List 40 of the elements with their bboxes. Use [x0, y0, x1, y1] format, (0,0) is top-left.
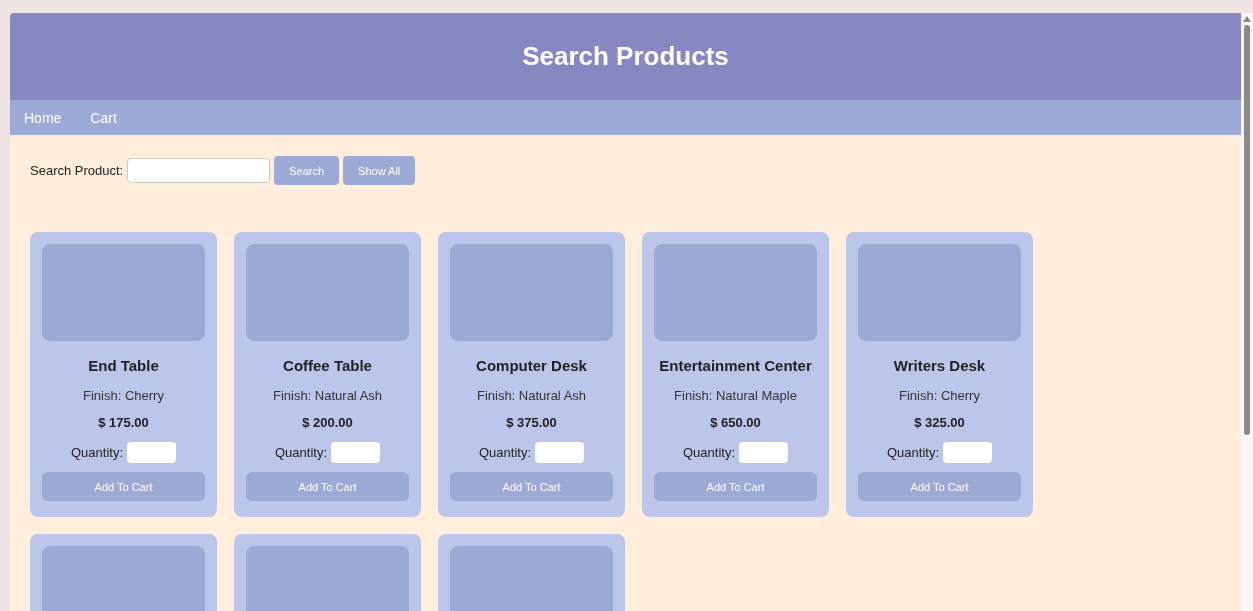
product-price: $ 200.00: [302, 415, 353, 430]
product-finish: Finish: Cherry: [899, 388, 980, 403]
add-to-cart-button[interactable]: Add To Cart: [42, 472, 205, 501]
search-field[interactable]: [127, 158, 271, 183]
nav-link[interactable]: Home: [24, 109, 62, 126]
product-name: Writers Desk: [893, 357, 986, 374]
quantity-label: Quantity:: [71, 445, 123, 460]
page-title: Search Products: [522, 41, 729, 72]
product-name: Computer Desk: [476, 357, 587, 374]
add-to-cart-button[interactable]: Add To Cart: [654, 472, 817, 501]
show-all-button[interactable]: Show All: [343, 156, 416, 185]
quantity-field[interactable]: [535, 442, 584, 463]
quantity-label: Quantity:: [275, 445, 327, 460]
product-name: End Table: [88, 357, 159, 374]
product-name: Entertainment Center: [659, 357, 812, 374]
product-finish: Finish: Natural Ash: [476, 388, 587, 403]
product-price: $ 175.00: [98, 415, 149, 430]
product-price: $ 325.00: [914, 415, 965, 430]
search-label: Search Product:: [30, 163, 124, 178]
add-to-cart-button[interactable]: Add To Cart: [450, 472, 613, 501]
product-finish: Finish: Cherry: [83, 388, 164, 403]
product-finish: Finish: Natural Maple: [674, 388, 797, 403]
scrollbar[interactable]: [1241, 13, 1253, 611]
quantity-field[interactable]: [943, 442, 992, 463]
product-price: $ 650.00: [710, 415, 761, 430]
quantity-label: Quantity:: [887, 445, 939, 460]
nav-link[interactable]: Cart: [90, 109, 117, 126]
search-button[interactable]: Search: [274, 156, 340, 185]
scroll-up-icon[interactable]: [1243, 16, 1251, 22]
quantity-field[interactable]: [127, 442, 176, 463]
add-to-cart-button[interactable]: Add To Cart: [246, 472, 409, 501]
product-price: $ 375.00: [506, 415, 557, 430]
add-to-cart-button[interactable]: Add To Cart: [858, 472, 1021, 501]
product-finish: Finish: Natural Ash: [272, 388, 383, 403]
quantity-label: Quantity:: [683, 445, 735, 460]
quantity-field[interactable]: [739, 442, 788, 463]
quantity-field[interactable]: [331, 442, 380, 463]
quantity-label: Quantity:: [479, 445, 531, 460]
scroll-thumb[interactable]: [1244, 25, 1250, 435]
product-name: Coffee Table: [283, 357, 372, 374]
